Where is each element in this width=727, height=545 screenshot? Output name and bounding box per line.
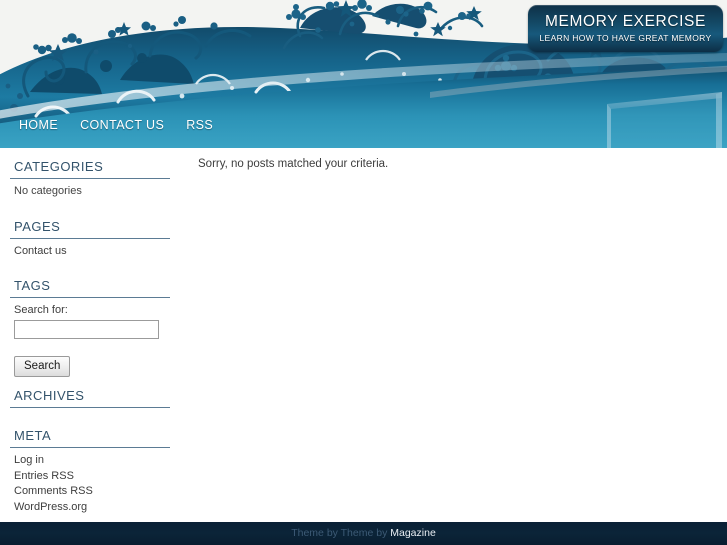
list-item[interactable]: Log in (14, 453, 180, 469)
footer-credit-brand[interactable]: Magazine (390, 527, 436, 539)
search-input[interactable] (14, 320, 159, 339)
categories-list: No categories (10, 184, 180, 200)
nav-item-contact-us[interactable]: CONTACT US (69, 104, 175, 147)
no-posts-message: Sorry, no posts matched your criteria. (198, 158, 389, 170)
search-form: Search for: (10, 303, 180, 377)
site-title-box[interactable]: MEMORY EXERCISE LEARN HOW TO HAVE GREAT … (528, 5, 723, 52)
search-button[interactable] (14, 356, 71, 377)
meta-link-wordpress-org[interactable]: WordPress.org (14, 501, 87, 513)
widget-categories: CATEGORIES No categories (10, 158, 180, 200)
page-root: MEMORY EXERCISE LEARN HOW TO HAVE GREAT … (0, 0, 727, 545)
list-item[interactable]: WordPress.org (14, 500, 180, 516)
widget-divider (10, 407, 170, 408)
list-item[interactable]: Contact us (14, 244, 180, 260)
widget-title-categories: CATEGORIES (14, 159, 104, 174)
page-link-contact-us[interactable]: Contact us (14, 245, 67, 257)
pages-list: Contact us (10, 244, 180, 260)
widget-title-archives: ARCHIVES (14, 388, 85, 403)
sidebar: CATEGORIES No categories PAGES Contact u… (0, 148, 180, 515)
widget-divider (10, 178, 170, 179)
widget-divider (10, 237, 170, 239)
site-footer: Theme by Theme by Magazine (0, 522, 727, 545)
meta-link-log-in[interactable]: Log in (14, 454, 44, 466)
search-label: Search for: (14, 304, 68, 316)
widget-divider (10, 447, 170, 448)
nav-link-home[interactable]: HOME (8, 104, 69, 147)
nav-item-home[interactable]: HOME (8, 104, 69, 147)
widget-spacer (10, 377, 180, 387)
site-description: LEARN HOW TO HAVE GREAT MEMORY (539, 33, 712, 43)
site-header: MEMORY EXERCISE LEARN HOW TO HAVE GREAT … (0, 0, 727, 148)
widget-meta: META Log in Entries RSS Comments RSS Wor… (10, 427, 180, 515)
nav-link-contact-us[interactable]: CONTACT US (69, 104, 175, 147)
widget-spacer (10, 413, 180, 427)
footer-credit-prefix: Theme by Theme by (291, 527, 391, 539)
widget-spacer (10, 259, 180, 277)
widget-title-pages: PAGES (14, 218, 61, 234)
nav-item-rss[interactable]: RSS (175, 104, 224, 147)
meta-link-entries-rss[interactable]: Entries RSS (14, 470, 74, 482)
nav-list: HOME CONTACT US RSS (0, 104, 727, 147)
widget-title-tags: TAGS (14, 278, 51, 293)
footer-credit: Theme by Theme by Magazine (0, 522, 727, 545)
list-item: No categories (14, 185, 82, 197)
widget-spacer (10, 200, 180, 218)
widget-tags: TAGS Search for: (10, 277, 180, 377)
list-item[interactable]: Entries RSS (14, 469, 180, 485)
widget-title-meta: META (14, 428, 52, 443)
widget-divider (10, 297, 170, 298)
widget-pages: PAGES Contact us (10, 218, 180, 260)
widget-archives: ARCHIVES (10, 387, 180, 408)
meta-link-comments-rss[interactable]: Comments RSS (14, 485, 93, 497)
content-wrapper: CATEGORIES No categories PAGES Contact u… (0, 148, 727, 522)
site-title: MEMORY EXERCISE (545, 13, 706, 30)
primary-navigation: HOME CONTACT US RSS (0, 104, 727, 147)
nav-link-rss[interactable]: RSS (175, 104, 224, 147)
main-content: Sorry, no posts matched your criteria. (198, 156, 708, 172)
meta-list: Log in Entries RSS Comments RSS WordPres… (10, 453, 180, 515)
list-item[interactable]: Comments RSS (14, 484, 180, 500)
